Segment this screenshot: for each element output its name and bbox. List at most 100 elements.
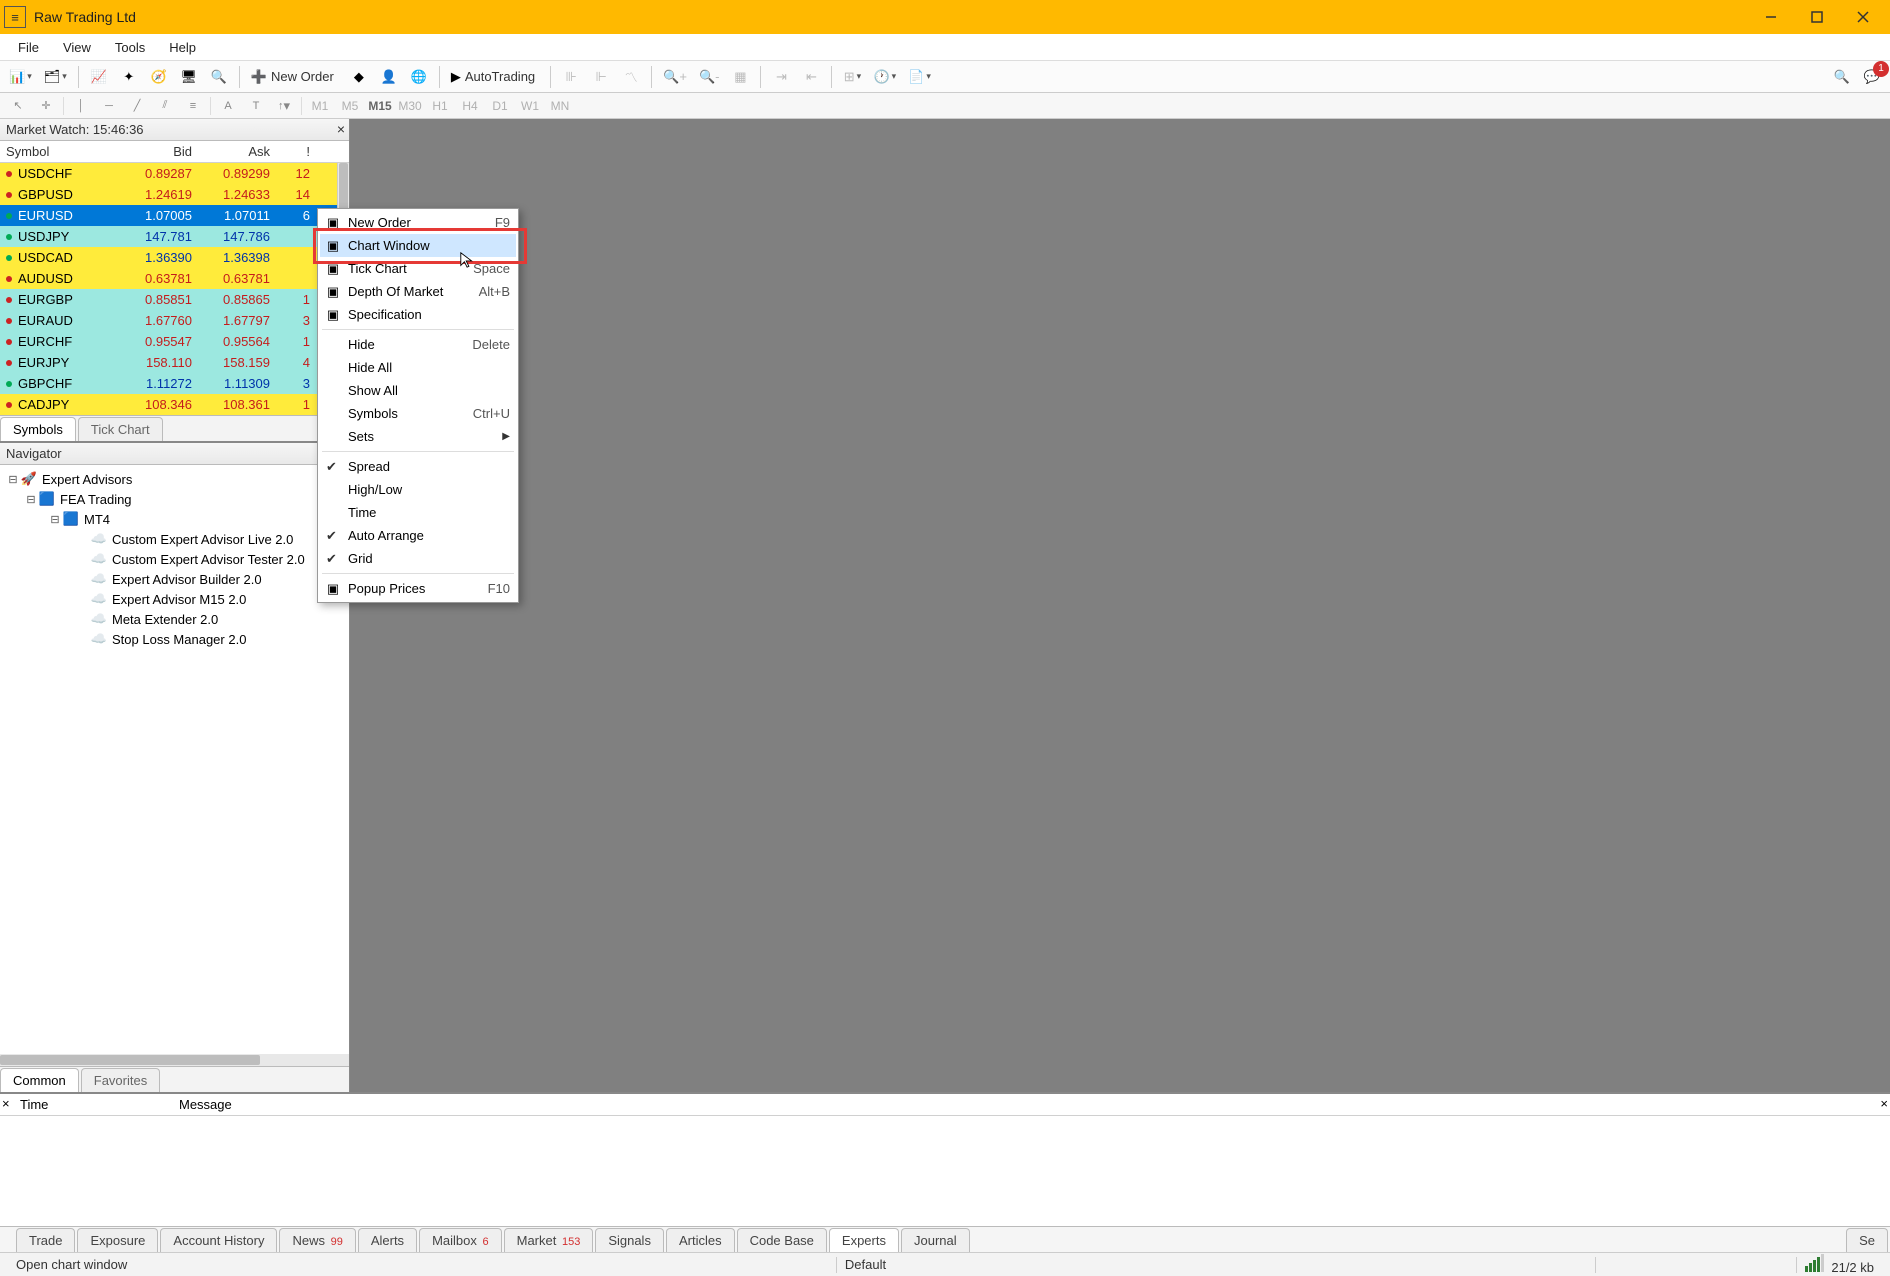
strategy-tester-toggle[interactable]: 🔍 — [205, 64, 233, 90]
market-watch-row[interactable]: EURGBP0.858510.858651 — [0, 289, 349, 310]
menu-file[interactable]: File — [6, 36, 51, 59]
cursor-tool[interactable]: ↖ — [4, 95, 32, 117]
menu-tools[interactable]: Tools — [103, 36, 157, 59]
market-watch-row[interactable]: USDCHF0.892870.8929912 — [0, 163, 349, 184]
tree-fea-trading[interactable]: ⊟🟦FEA Trading — [6, 489, 343, 509]
minimize-button[interactable] — [1748, 2, 1794, 32]
menu-view[interactable]: View — [51, 36, 103, 59]
timeframe-m1[interactable]: M1 — [305, 95, 335, 117]
equidistant-tool[interactable]: ⫽ — [151, 95, 179, 117]
terminal-tab-market[interactable]: Market 153 — [504, 1228, 594, 1252]
ctx-new-order[interactable]: ▣New OrderF9 — [320, 211, 516, 234]
column-time[interactable]: Time — [0, 1097, 175, 1112]
auto-scroll-button[interactable]: ▦ — [726, 64, 754, 90]
maximize-button[interactable] — [1794, 2, 1840, 32]
zoom-in-button[interactable]: 🔍+ — [658, 64, 692, 90]
trendline-tool[interactable]: ╱ — [123, 95, 151, 117]
tree-ea-item[interactable]: ☁️Stop Loss Manager 2.0 — [6, 629, 343, 649]
column-bid[interactable]: Bid — [120, 144, 198, 159]
meta-editor-button[interactable]: ◆ — [345, 64, 373, 90]
ctx-spread[interactable]: ✔Spread — [320, 455, 516, 478]
navigator-scrollbar-h[interactable] — [0, 1054, 349, 1066]
timeframe-h4[interactable]: H4 — [455, 95, 485, 117]
candle-chart-button[interactable]: ⊩ — [587, 64, 615, 90]
indicators-button[interactable]: ⇤ — [797, 64, 825, 90]
crosshair-tool[interactable]: ✛ — [32, 95, 60, 117]
profiles-button[interactable]: 🗂▾ — [39, 64, 72, 90]
horizontal-line-tool[interactable]: ─ — [95, 95, 123, 117]
tab-favorites[interactable]: Favorites — [81, 1068, 160, 1092]
tree-mt4[interactable]: ⊟🟦MT4 — [6, 509, 343, 529]
market-watch-row[interactable]: AUDUSD0.637810.63781 — [0, 268, 349, 289]
timeframe-w1[interactable]: W1 — [515, 95, 545, 117]
market-watch-row[interactable]: GBPUSD1.246191.2463314 — [0, 184, 349, 205]
tree-ea-item[interactable]: ☁️Expert Advisor Builder 2.0 — [6, 569, 343, 589]
text-label-tool[interactable]: T — [242, 95, 270, 117]
timeframe-m15[interactable]: M15 — [365, 95, 395, 117]
market-watch-row[interactable]: EURJPY158.110158.1594 — [0, 352, 349, 373]
ctx-symbols[interactable]: SymbolsCtrl+U — [320, 402, 516, 425]
zoom-out-button[interactable]: 🔍- — [694, 64, 725, 90]
terminal-tab-code-base[interactable]: Code Base — [737, 1228, 827, 1252]
market-watch-row[interactable]: CADJPY108.346108.3611 — [0, 394, 349, 415]
ctx-high-low[interactable]: High/Low — [320, 478, 516, 501]
ctx-grid[interactable]: ✔Grid — [320, 547, 516, 570]
market-watch-row[interactable]: USDJPY147.781147.786 — [0, 226, 349, 247]
close-button[interactable] — [1840, 2, 1886, 32]
timeframe-m30[interactable]: M30 — [395, 95, 425, 117]
fibonacci-tool[interactable]: ≡ — [179, 95, 207, 117]
ctx-time[interactable]: Time — [320, 501, 516, 524]
bar-chart-button[interactable]: ⊪ — [557, 64, 585, 90]
column-symbol[interactable]: Symbol — [0, 144, 120, 159]
text-tool[interactable]: A — [214, 95, 242, 117]
tree-ea-item[interactable]: ☁️Expert Advisor M15 2.0 — [6, 589, 343, 609]
line-chart-button[interactable]: 〽 — [617, 64, 645, 90]
new-chart-button[interactable]: 📊▾ — [4, 64, 37, 90]
ctx-tick-chart[interactable]: ▣Tick ChartSpace — [320, 257, 516, 280]
column-message[interactable]: Message — [175, 1097, 1890, 1112]
timeframe-d1[interactable]: D1 — [485, 95, 515, 117]
chart-templates-button[interactable]: 📄▾ — [903, 64, 936, 90]
tree-ea-item[interactable]: ☁️Custom Expert Advisor Live 2.0 — [6, 529, 343, 549]
market-watch-close-icon[interactable]: × — [337, 121, 345, 137]
tester-close-icon[interactable]: × — [1880, 1096, 1888, 1111]
data-window-toggle[interactable]: ✦ — [115, 64, 143, 90]
signals-button[interactable]: 🌐 — [405, 64, 433, 90]
market-watch-row[interactable]: USDCAD1.363901.36398 — [0, 247, 349, 268]
ctx-hide[interactable]: HideDelete — [320, 333, 516, 356]
terminal-tab-exposure[interactable]: Exposure — [77, 1228, 158, 1252]
market-watch-row[interactable]: GBPCHF1.112721.113093 — [0, 373, 349, 394]
status-connection[interactable]: 21/2 kb — [1797, 1254, 1882, 1275]
terminal-tab-mailbox[interactable]: Mailbox 6 — [419, 1228, 502, 1252]
market-watch-row[interactable]: EURUSD1.070051.070116 — [0, 205, 349, 226]
terminal-tab-trade[interactable]: Trade — [16, 1228, 75, 1252]
templates-button[interactable]: 🕐▾ — [868, 64, 901, 90]
market-watch-row[interactable]: EURCHF0.955470.955641 — [0, 331, 349, 352]
timeframe-mn[interactable]: MN — [545, 95, 575, 117]
status-profile[interactable]: Default — [837, 1257, 894, 1272]
terminal-tab-account-history[interactable]: Account History — [160, 1228, 277, 1252]
column-spread[interactable]: ! — [276, 144, 316, 159]
ctx-auto-arrange[interactable]: ✔Auto Arrange — [320, 524, 516, 547]
ctx-depth-of-market[interactable]: ▣Depth Of MarketAlt+B — [320, 280, 516, 303]
terminal-tab-news[interactable]: News 99 — [279, 1228, 355, 1252]
timeframe-h1[interactable]: H1 — [425, 95, 455, 117]
terminal-tab-experts[interactable]: Experts — [829, 1228, 899, 1252]
terminal-tab-cut[interactable]: Se — [1846, 1228, 1888, 1252]
ctx-popup-prices[interactable]: ▣Popup PricesF10 — [320, 577, 516, 600]
terminal-tab-journal[interactable]: Journal — [901, 1228, 970, 1252]
terminal-toggle[interactable]: 🖥 — [175, 64, 203, 90]
chart-shift-button[interactable]: ⇥ — [767, 64, 795, 90]
timeframe-m5[interactable]: M5 — [335, 95, 365, 117]
options-button[interactable]: 👤 — [375, 64, 403, 90]
market-watch-toggle[interactable]: 📈 — [85, 64, 113, 90]
auto-trading-button[interactable]: ▶AutoTrading — [446, 64, 544, 90]
navigator-toggle[interactable]: 🧭 — [145, 64, 173, 90]
vertical-line-tool[interactable]: │ — [67, 95, 95, 117]
periods-button[interactable]: ⊞▾ — [838, 64, 866, 90]
tab-tick-chart[interactable]: Tick Chart — [78, 417, 163, 441]
ctx-specification[interactable]: ▣Specification — [320, 303, 516, 326]
ctx-show-all[interactable]: Show All — [320, 379, 516, 402]
tree-ea-item[interactable]: ☁️Custom Expert Advisor Tester 2.0 — [6, 549, 343, 569]
tab-symbols[interactable]: Symbols — [0, 417, 76, 441]
